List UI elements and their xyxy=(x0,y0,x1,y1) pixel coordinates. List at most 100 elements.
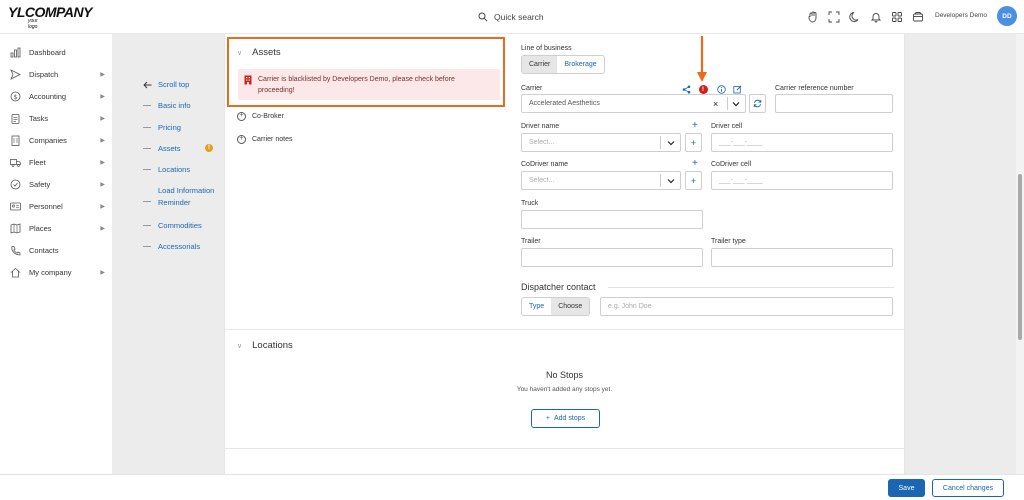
chevron-down-icon[interactable] xyxy=(732,101,740,107)
sidebar-item-fleet[interactable]: Fleet ▶ xyxy=(9,154,105,170)
truck-icon xyxy=(9,156,21,168)
no-stops-subtitle: You haven't added any stops yet. xyxy=(516,386,613,393)
fullscreen-icon[interactable] xyxy=(826,9,841,24)
cancel-changes-button[interactable]: Cancel changes xyxy=(932,479,1004,497)
dispatcher-placeholder: e.g. John Doe xyxy=(608,303,652,310)
lob-brokerage-option[interactable]: Brokerage xyxy=(557,56,603,73)
trailer-input[interactable] xyxy=(521,248,703,267)
sidebar-item-label: Personnel xyxy=(29,201,63,211)
save-button[interactable]: Save xyxy=(888,479,925,497)
alert-circle-icon: ! xyxy=(698,84,708,94)
annotation-arrow xyxy=(697,36,707,82)
company-logo[interactable]: YLCOMPANY your logo xyxy=(8,5,92,30)
chevron-down-icon[interactable] xyxy=(667,140,675,146)
caret-right-icon: ▶ xyxy=(100,181,105,188)
codriver-name-label: CoDriver name xyxy=(521,161,569,168)
sidebar-item-contacts[interactable]: Contacts xyxy=(9,242,105,258)
scroll-nav-label: Assets xyxy=(158,144,181,153)
scroll-nav-pricing[interactable]: Pricing xyxy=(143,122,181,133)
user-name[interactable]: Developers Demo xyxy=(935,12,987,19)
bell-icon[interactable] xyxy=(868,9,883,24)
sidebar-item-accounting[interactable]: $ Accounting ▶ xyxy=(9,88,105,104)
caret-right-icon: ▶ xyxy=(100,269,105,276)
codriver-name-placeholder: Select... xyxy=(529,177,555,184)
dispatcher-contact-title: Dispatcher contact xyxy=(521,282,596,292)
scroll-nav-accessorials[interactable]: Accessorials xyxy=(143,241,200,252)
assets-warning-badge: ! xyxy=(205,144,213,152)
bar-chart-icon xyxy=(9,46,21,58)
carrier-notes-toggle[interactable]: + Carrier notes xyxy=(237,135,292,144)
chevron-down-icon[interactable] xyxy=(667,178,675,184)
plus-icon: + xyxy=(545,415,550,422)
driver-cell-input[interactable]: ___-___-____ xyxy=(711,133,893,152)
driver-name-label: Driver name xyxy=(521,123,560,130)
add-driver-icon[interactable]: + xyxy=(692,121,698,131)
apps-grid-icon[interactable] xyxy=(889,9,904,24)
codriver-name-select[interactable]: Select... xyxy=(521,171,681,190)
warning-indicator[interactable]: ! xyxy=(698,84,708,94)
section-divider xyxy=(224,329,905,330)
carrier-select[interactable]: Accelerated Aesthetics × xyxy=(521,94,746,113)
line-of-business-label: Line of business xyxy=(521,45,572,52)
caret-right-icon: ▶ xyxy=(100,137,105,144)
dispatcher-mode-toggle: Type Choose xyxy=(521,297,591,316)
clear-icon[interactable]: × xyxy=(713,99,718,109)
add-codriver-button[interactable]: + xyxy=(685,171,702,190)
scroll-top-button[interactable]: Scroll top xyxy=(143,80,189,89)
wallet-icon[interactable] xyxy=(910,9,925,24)
sidebar-item-dispatch[interactable]: Dispatch ▶ xyxy=(9,66,105,82)
carrier-reference-input[interactable] xyxy=(775,94,893,113)
scroll-nav-assets[interactable]: Assets xyxy=(143,143,181,154)
map-icon xyxy=(9,222,21,234)
moon-icon[interactable] xyxy=(847,9,862,24)
sidebar-item-companies[interactable]: Companies ▶ xyxy=(9,132,105,148)
codriver-cell-input[interactable]: ___-___-____ xyxy=(711,171,893,190)
refresh-button[interactable] xyxy=(749,94,766,113)
scroll-nav-label: Accessorials xyxy=(158,242,201,251)
scroll-nav-load-information-reminder[interactable]: Load Information Reminder xyxy=(143,185,221,209)
caret-right-icon: ▶ xyxy=(100,71,105,78)
scrollbar-thumb[interactable] xyxy=(1018,174,1022,340)
page-scrollbar[interactable] xyxy=(1016,34,1024,474)
sidebar-item-dashboard[interactable]: Dashboard xyxy=(9,44,105,60)
quick-search[interactable]: Quick search xyxy=(478,9,544,25)
dispatcher-type-option[interactable]: Type xyxy=(522,298,551,315)
add-driver-button[interactable]: + xyxy=(685,133,702,152)
locations-section-header[interactable]: ∨ Locations xyxy=(237,340,293,351)
scroll-nav-locations[interactable]: Locations xyxy=(143,164,190,175)
hand-icon[interactable] xyxy=(805,9,820,24)
truck-input[interactable] xyxy=(521,210,703,229)
section-divider xyxy=(224,448,905,449)
add-stops-button[interactable]: + Add stops xyxy=(531,409,600,428)
co-broker-toggle[interactable]: + Co-Broker xyxy=(237,112,284,121)
plus-icon: + xyxy=(690,137,697,148)
scroll-nav-commodities[interactable]: Commodities xyxy=(143,220,202,231)
dispatcher-choose-option[interactable]: Choose xyxy=(551,298,590,315)
driver-name-select[interactable]: Select... xyxy=(521,133,681,152)
sidebar-item-my-company[interactable]: My company ▶ xyxy=(9,264,105,280)
logo-subtext: your logo xyxy=(28,18,38,30)
divider xyxy=(660,174,661,187)
sidebar-item-personnel[interactable]: Personnel ▶ xyxy=(9,198,105,214)
info-icon[interactable] xyxy=(716,84,726,94)
carrier-ref-label: Carrier reference number xyxy=(775,85,854,92)
avatar[interactable]: DD xyxy=(997,6,1017,26)
sidebar-item-safety[interactable]: Safety ▶ xyxy=(9,176,105,192)
sidebar-item-places[interactable]: Places ▶ xyxy=(9,220,105,236)
lob-carrier-option[interactable]: Carrier xyxy=(522,56,558,73)
trailer-type-input[interactable] xyxy=(711,248,893,267)
sidebar-item-tasks[interactable]: Tasks ▶ xyxy=(9,110,105,126)
plus-circle-icon: + xyxy=(237,112,246,121)
share-icon[interactable] xyxy=(681,84,691,94)
svg-text:$: $ xyxy=(13,93,17,101)
edit-icon[interactable] xyxy=(732,84,742,94)
dispatcher-contact-input[interactable]: e.g. John Doe xyxy=(600,297,893,316)
search-icon xyxy=(478,12,488,22)
dash xyxy=(143,225,151,226)
section-title: Locations xyxy=(252,340,293,351)
add-codriver-icon[interactable]: + xyxy=(692,159,698,169)
scroll-nav-label: Load Information Reminder xyxy=(158,186,215,207)
line-of-business-toggle: Carrier Brokerage xyxy=(521,55,605,74)
scroll-nav-basic-info[interactable]: Basic info xyxy=(143,100,191,111)
co-broker-label: Co-Broker xyxy=(252,113,284,120)
